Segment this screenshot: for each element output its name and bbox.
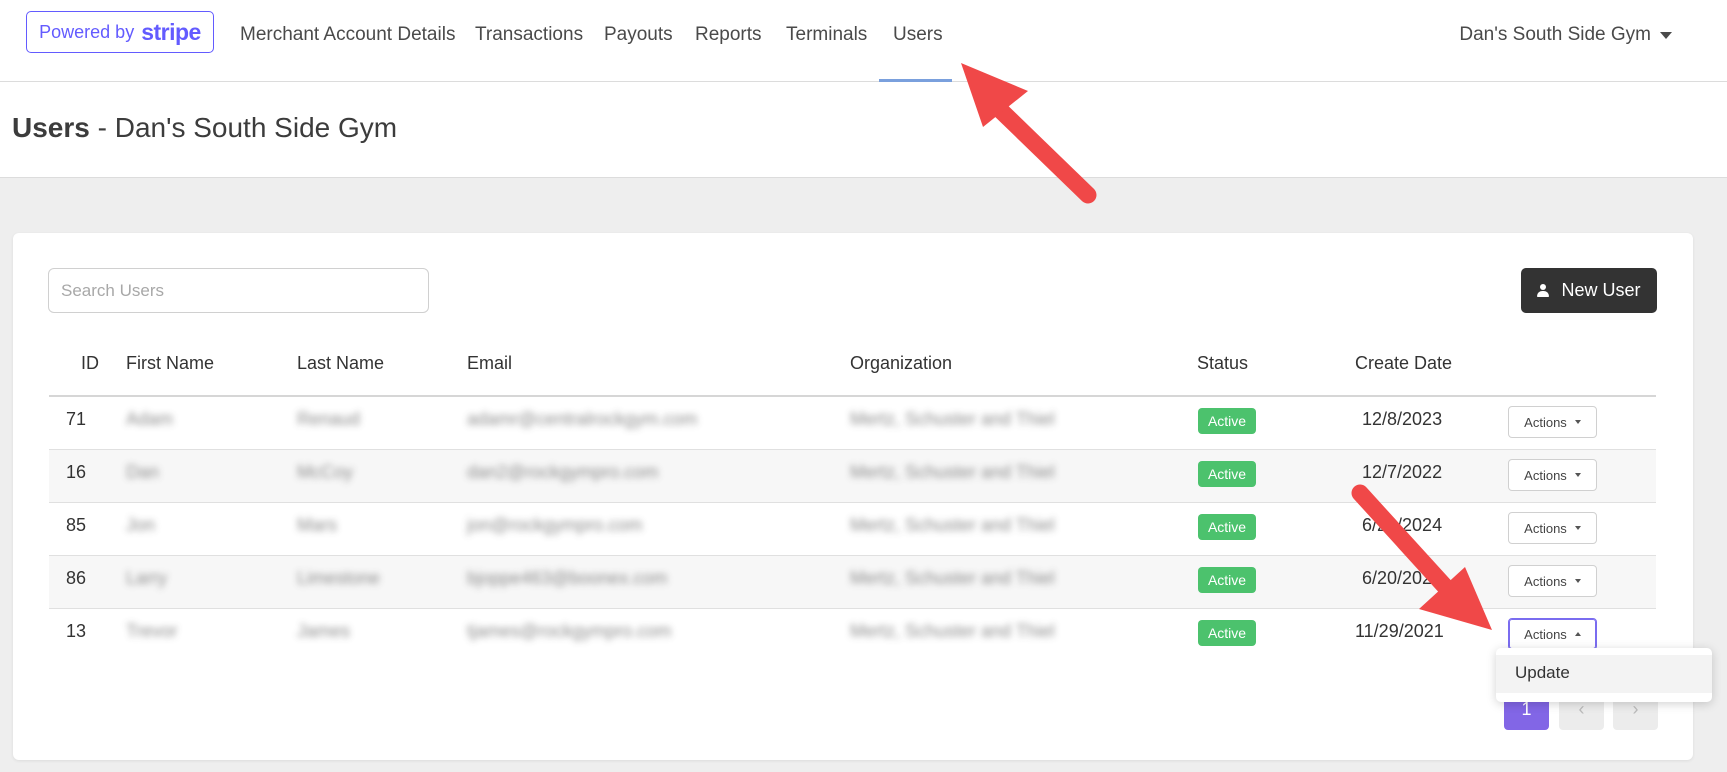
actions-button[interactable]: Actions — [1508, 565, 1597, 597]
status-badge: Active — [1198, 461, 1256, 487]
stripe-wordmark: stripe — [141, 18, 201, 45]
cell-create-date: 12/7/2022 — [1362, 462, 1443, 482]
search-users-input[interactable] — [48, 268, 429, 313]
nav-payouts[interactable]: Payouts — [604, 24, 673, 46]
new-user-label: New User — [1561, 280, 1641, 300]
cell-create-date: 11/29/2021 — [1355, 621, 1444, 641]
nav-users[interactable]: Users — [893, 24, 943, 46]
page-header: Users - Dan's South Side Gym — [0, 82, 1727, 178]
caret-up-icon — [1574, 632, 1581, 636]
actions-label: Actions — [1524, 573, 1567, 589]
account-name: Dan's South Side Gym — [1459, 24, 1651, 45]
status-badge: Active — [1198, 567, 1256, 593]
cell-id: 16 — [66, 462, 87, 482]
column-header-last-name: Last Name — [297, 353, 385, 373]
table-row: 71 Adam Renaud adamr@centralrockgym.com … — [49, 397, 1656, 450]
caret-down-icon — [1574, 420, 1581, 424]
account-switcher[interactable]: Dan's South Side Gym — [1459, 24, 1672, 46]
menu-item-update[interactable]: Update — [1496, 655, 1712, 693]
powered-by-stripe-logo[interactable]: Powered by stripe — [26, 11, 214, 53]
table-row: 85 Jon Mars jon@rockgympro.com Mertz, Sc… — [49, 503, 1656, 556]
cell-last-name: Renaud — [297, 409, 361, 429]
powered-by-text: Powered by — [39, 21, 135, 42]
cell-first-name: Larry — [126, 568, 168, 588]
status-badge: Active — [1198, 408, 1256, 434]
actions-button[interactable]: Actions — [1508, 459, 1597, 491]
table-row: 16 Dan McCoy dan2@rockgympro.com Mertz, … — [49, 450, 1656, 503]
cell-email: dan2@rockgympro.com — [467, 462, 659, 482]
cell-organization: Mertz, Schuster and Thiel — [850, 462, 1055, 482]
chevron-down-icon — [1660, 31, 1672, 39]
cell-organization: Mertz, Schuster and Thiel — [850, 621, 1055, 641]
column-header-status: Status — [1197, 353, 1249, 373]
cell-last-name: Mars — [297, 515, 337, 535]
actions-label: Actions — [1524, 520, 1567, 536]
column-header-email: Email — [467, 353, 513, 373]
actions-dropdown-menu: Update — [1496, 648, 1712, 702]
actions-label: Actions — [1524, 414, 1567, 430]
nav-reports[interactable]: Reports — [695, 24, 762, 46]
actions-label: Actions — [1524, 626, 1567, 642]
cell-email: jon@rockgympro.com — [467, 515, 643, 535]
status-badge: Active — [1198, 620, 1256, 646]
cell-email: bjoppe463@boonex.com — [467, 568, 668, 588]
column-header-create-date: Create Date — [1355, 353, 1453, 373]
cell-organization: Mertz, Schuster and Thiel — [850, 515, 1055, 535]
users-card: New User ID First Name Last Name Email O… — [13, 233, 1693, 760]
cell-organization: Mertz, Schuster and Thiel — [850, 568, 1055, 588]
cell-organization: Mertz, Schuster and Thiel — [850, 409, 1055, 429]
caret-down-icon — [1574, 473, 1581, 477]
table-row: 86 Larry Limestone bjoppe463@boonex.com … — [49, 556, 1656, 609]
column-header-organization: Organization — [850, 353, 953, 373]
nav-transactions[interactable]: Transactions — [475, 24, 583, 46]
caret-down-icon — [1574, 579, 1581, 583]
page-title-account: - Dan's South Side Gym — [89, 112, 398, 143]
cell-id: 85 — [66, 515, 87, 535]
users-table: ID First Name Last Name Email Organizati… — [49, 353, 1656, 662]
cell-first-name: Trevor — [126, 621, 178, 641]
cell-id: 86 — [66, 568, 87, 588]
cell-last-name: McCoy — [297, 462, 354, 482]
status-badge: Active — [1198, 514, 1256, 540]
cell-first-name: Jon — [126, 515, 156, 535]
cell-id: 71 — [66, 409, 87, 429]
cell-email: tjames@rockgympro.com — [467, 621, 672, 641]
table-header: ID First Name Last Name Email Organizati… — [49, 353, 1656, 397]
cell-first-name: Dan — [126, 462, 160, 482]
new-user-button[interactable]: New User — [1521, 268, 1657, 313]
actions-button[interactable]: Actions — [1508, 512, 1597, 544]
column-header-id: ID — [81, 353, 99, 373]
user-icon — [1537, 284, 1550, 297]
cell-last-name: Limestone — [297, 568, 381, 588]
cell-create-date: 6/20/2024 — [1362, 568, 1443, 588]
cell-first-name: Adam — [126, 409, 174, 429]
actions-button-open[interactable]: Actions — [1508, 618, 1597, 650]
cell-create-date: 12/8/2023 — [1362, 409, 1443, 429]
nav-terminals[interactable]: Terminals — [786, 24, 867, 46]
actions-button[interactable]: Actions — [1508, 406, 1597, 438]
cell-id: 13 — [66, 621, 87, 641]
page-title-main: Users — [12, 112, 90, 143]
column-header-first-name: First Name — [126, 353, 215, 373]
page-title: Users - Dan's South Side Gym — [12, 112, 397, 144]
caret-down-icon — [1574, 526, 1581, 530]
table-row: 13 Trevor James tjames@rockgympro.com Me… — [49, 609, 1656, 662]
cell-last-name: James — [297, 621, 351, 641]
cell-email: adamr@centralrockgym.com — [467, 409, 698, 429]
actions-label: Actions — [1524, 467, 1567, 483]
nav-merchant-account-details[interactable]: Merchant Account Details — [240, 24, 455, 46]
cell-create-date: 6/20/2024 — [1362, 515, 1443, 535]
top-navigation: Powered by stripe Merchant Account Detai… — [0, 0, 1727, 82]
